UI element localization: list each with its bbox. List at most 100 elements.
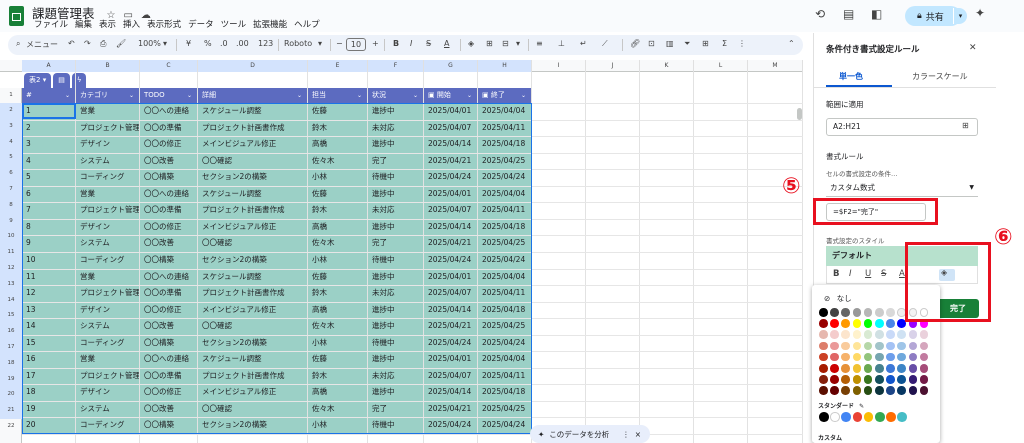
- color-swatch[interactable]: [875, 330, 884, 339]
- color-swatch[interactable]: [897, 386, 906, 395]
- table-cell[interactable]: システム: [76, 235, 140, 251]
- table-cell[interactable]: システム: [76, 153, 140, 169]
- table-cell[interactable]: スケジュール調整: [198, 186, 308, 202]
- table-cell[interactable]: 2025/04/21: [424, 153, 478, 169]
- table-cell[interactable]: 2025/04/04: [478, 269, 532, 285]
- color-swatch[interactable]: [897, 330, 906, 339]
- color-swatch[interactable]: [908, 341, 918, 351]
- table-cell[interactable]: 鈴木: [308, 285, 368, 301]
- zoom-chevron-icon[interactable]: ▾: [163, 39, 167, 48]
- color-swatch[interactable]: [886, 341, 895, 351]
- vertical-align-icon[interactable]: ⊥: [558, 39, 565, 48]
- color-swatch[interactable]: [841, 341, 850, 351]
- table-column-header[interactable]: # ⌄: [22, 88, 76, 103]
- table-cell[interactable]: 2025/04/01: [424, 103, 478, 119]
- row-header[interactable]: 15: [0, 308, 22, 325]
- zoom-select[interactable]: 100%: [138, 39, 161, 48]
- table-cell[interactable]: 2025/04/24: [478, 169, 532, 185]
- color-swatch[interactable]: [852, 308, 862, 317]
- color-swatch[interactable]: [841, 308, 850, 317]
- table-cell[interactable]: コーディング: [76, 335, 140, 351]
- italic-button[interactable]: I: [849, 269, 852, 279]
- menu-item[interactable]: 挿入: [123, 20, 140, 30]
- color-swatch[interactable]: [863, 319, 873, 328]
- table-cell[interactable]: 鈴木: [308, 120, 368, 136]
- insert-link-icon[interactable]: 🔗︎: [630, 39, 640, 48]
- table-cell[interactable]: 2025/04/14: [424, 219, 478, 235]
- color-swatch[interactable]: [875, 352, 884, 362]
- table-cell[interactable]: 営業: [76, 103, 140, 119]
- table-cell[interactable]: 〇〇の修正: [140, 219, 198, 235]
- table-cell[interactable]: 〇〇の準備: [140, 202, 198, 218]
- table-cell[interactable]: 〇〇改善: [140, 318, 198, 334]
- column-dropdown-chevron-icon[interactable]: ⌄: [187, 88, 192, 103]
- increase-decimal-button[interactable]: .00: [236, 39, 249, 48]
- row-header[interactable]: 14: [0, 292, 22, 309]
- table-cell[interactable]: 高橋: [308, 136, 368, 152]
- merge-chevron-icon[interactable]: ▾: [516, 39, 520, 48]
- table-cell[interactable]: プロジェクト管理: [76, 285, 140, 301]
- color-swatch[interactable]: [830, 386, 839, 395]
- table-cell[interactable]: 佐々木: [308, 401, 368, 417]
- color-swatch[interactable]: [863, 341, 873, 351]
- column-dropdown-chevron-icon[interactable]: ⌄: [65, 88, 70, 103]
- color-swatch[interactable]: [919, 341, 929, 351]
- table-cell[interactable]: 待機中: [368, 335, 424, 351]
- table-cell[interactable]: 2025/04/11: [478, 120, 532, 136]
- table-cell[interactable]: 〇〇改善: [140, 153, 198, 169]
- table-cell[interactable]: 小林: [308, 417, 368, 433]
- color-swatch[interactable]: [852, 364, 862, 373]
- table-cell[interactable]: 2025/04/07: [424, 285, 478, 301]
- table-cell[interactable]: セクション2の構築: [198, 169, 308, 185]
- color-swatch[interactable]: [908, 375, 918, 384]
- table-cell[interactable]: 〇〇構築: [140, 252, 198, 268]
- share-dropdown-chevron-icon[interactable]: ▾: [953, 8, 967, 24]
- column-header[interactable]: D: [198, 60, 308, 72]
- decrease-decimal-button[interactable]: .0: [220, 39, 228, 48]
- table-cell[interactable]: 佐々木: [308, 235, 368, 251]
- table-cell[interactable]: 進捗中: [368, 384, 424, 400]
- table-cell[interactable]: 〇〇確認: [198, 153, 308, 169]
- table-cell[interactable]: 2: [22, 120, 76, 136]
- color-swatch[interactable]: [886, 330, 895, 339]
- more-tools-icon[interactable]: ⋮: [738, 39, 746, 48]
- column-header[interactable]: C: [140, 60, 198, 72]
- table-cell[interactable]: 2025/04/21: [424, 318, 478, 334]
- color-swatch[interactable]: [819, 375, 828, 384]
- row-header[interactable]: 19: [0, 371, 22, 388]
- menu-item[interactable]: 拡張機能: [253, 20, 287, 30]
- table-cell[interactable]: 2025/04/01: [424, 351, 478, 367]
- column-header[interactable]: E: [308, 60, 368, 72]
- table-cell[interactable]: 2025/04/01: [424, 186, 478, 202]
- table-cell[interactable]: セクション2の構築: [198, 252, 308, 268]
- table-cell[interactable]: 〇〇への連絡: [140, 351, 198, 367]
- grid-select-icon[interactable]: ⊞: [962, 121, 969, 130]
- percent-format-button[interactable]: %: [204, 39, 212, 48]
- color-swatch[interactable]: [841, 386, 850, 395]
- table-cell[interactable]: 営業: [76, 351, 140, 367]
- color-swatch[interactable]: [875, 386, 884, 395]
- table-cell[interactable]: スケジュール調整: [198, 269, 308, 285]
- history-icon[interactable]: ⟲: [815, 7, 825, 21]
- table-cell[interactable]: 〇〇構築: [140, 335, 198, 351]
- standard-color-swatch[interactable]: [886, 412, 896, 422]
- color-swatch[interactable]: [830, 319, 839, 328]
- table-cell[interactable]: 〇〇の修正: [140, 136, 198, 152]
- table-column-header[interactable]: 担当 ⌄: [308, 88, 368, 103]
- column-header[interactable]: F: [368, 60, 424, 72]
- table-cell[interactable]: 18: [22, 384, 76, 400]
- filter-views-icon[interactable]: ⊞: [702, 39, 709, 48]
- color-swatch[interactable]: [819, 386, 828, 395]
- table-cell[interactable]: 2025/04/01: [424, 269, 478, 285]
- text-color-button[interactable]: A: [899, 269, 905, 279]
- table-cell[interactable]: セクション2の構築: [198, 335, 308, 351]
- analyze-more-icon[interactable]: ⋮: [622, 430, 630, 439]
- table-cell[interactable]: メインビジュアル修正: [198, 219, 308, 235]
- color-swatch[interactable]: [841, 364, 850, 373]
- table-cell[interactable]: 佐藤: [308, 351, 368, 367]
- color-swatch[interactable]: [863, 386, 873, 395]
- table-cell[interactable]: 完了: [368, 401, 424, 417]
- table-cell[interactable]: プロジェクト計画書作成: [198, 368, 308, 384]
- table-cell[interactable]: プロジェクト管理: [76, 120, 140, 136]
- standard-color-swatch[interactable]: [875, 412, 885, 422]
